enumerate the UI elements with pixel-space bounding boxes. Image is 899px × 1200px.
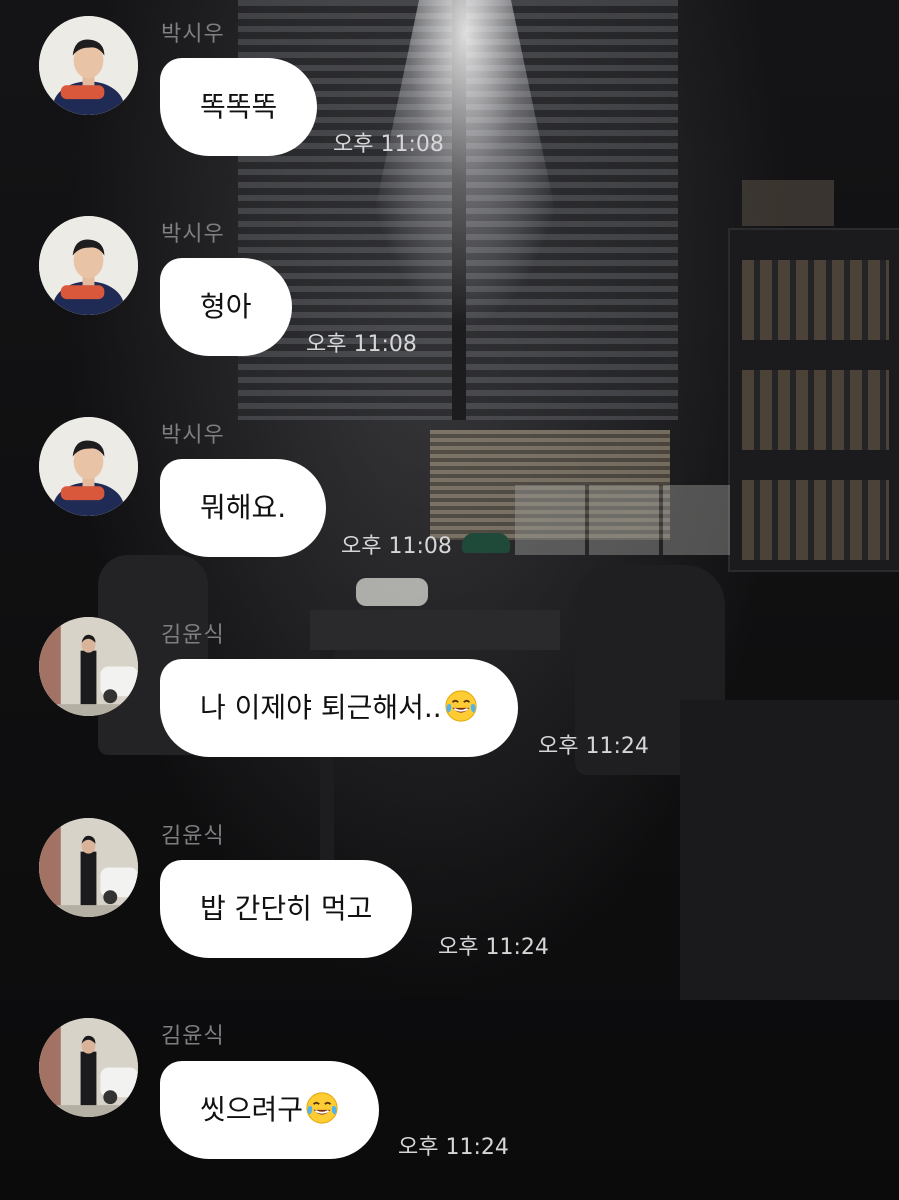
desk-phone xyxy=(356,578,428,606)
office-background-image xyxy=(0,0,899,1200)
message-bubble[interactable]: 똑똑똑 xyxy=(160,58,318,156)
message-timestamp: 오후 11:24 xyxy=(438,935,549,960)
message-bubble[interactable]: 뭐해요. xyxy=(160,459,327,557)
avatar[interactable] xyxy=(39,818,138,917)
message-text: 씻으려구 xyxy=(200,1093,304,1126)
tears-of-joy-emoji-icon xyxy=(305,1067,339,1124)
tears-of-joy-emoji-icon xyxy=(444,665,478,722)
bookshelf xyxy=(728,228,899,572)
message-text: 밥 간단히 먹고 xyxy=(200,892,373,925)
message-bubble[interactable]: 밥 간단히 먹고 xyxy=(160,860,413,958)
message-bubble[interactable]: 나 이제야 퇴근해서.. xyxy=(160,659,518,757)
desk-lamp xyxy=(462,533,510,553)
message-text: 형아 xyxy=(200,290,252,323)
avatar[interactable] xyxy=(39,1018,138,1117)
message-bubble[interactable]: 씻으려구 xyxy=(160,1061,380,1159)
file-cabinet xyxy=(515,485,730,555)
profile-photo-icon xyxy=(39,818,138,917)
profile-photo-icon xyxy=(39,16,138,115)
message-text: 뭐해요. xyxy=(200,491,287,524)
sender-name: 박시우 xyxy=(161,423,225,448)
message-text: 똑똑똑 xyxy=(200,90,278,123)
profile-photo-icon xyxy=(39,216,138,315)
side-desk xyxy=(680,700,899,1000)
profile-photo-icon xyxy=(39,617,138,716)
sender-name: 김윤식 xyxy=(161,1024,225,1049)
avatar[interactable] xyxy=(39,216,138,315)
avatar[interactable] xyxy=(39,417,138,516)
desk xyxy=(310,610,560,650)
message-timestamp: 오후 11:08 xyxy=(341,534,452,559)
avatar[interactable] xyxy=(39,16,138,115)
profile-photo-icon xyxy=(39,1018,138,1117)
message-timestamp: 오후 11:24 xyxy=(398,1135,509,1160)
storage-box xyxy=(742,180,834,226)
message-timestamp: 오후 11:08 xyxy=(306,332,417,357)
sender-name: 박시우 xyxy=(161,22,225,47)
avatar[interactable] xyxy=(39,617,138,716)
sender-name: 박시우 xyxy=(161,222,225,247)
message-bubble[interactable]: 형아 xyxy=(160,258,292,356)
profile-photo-icon xyxy=(39,417,138,516)
message-text: 나 이제야 퇴근해서.. xyxy=(200,691,442,724)
sender-name: 김윤식 xyxy=(161,824,225,849)
message-timestamp: 오후 11:24 xyxy=(538,734,649,759)
sender-name: 김윤식 xyxy=(161,623,225,648)
message-timestamp: 오후 11:08 xyxy=(333,132,444,157)
